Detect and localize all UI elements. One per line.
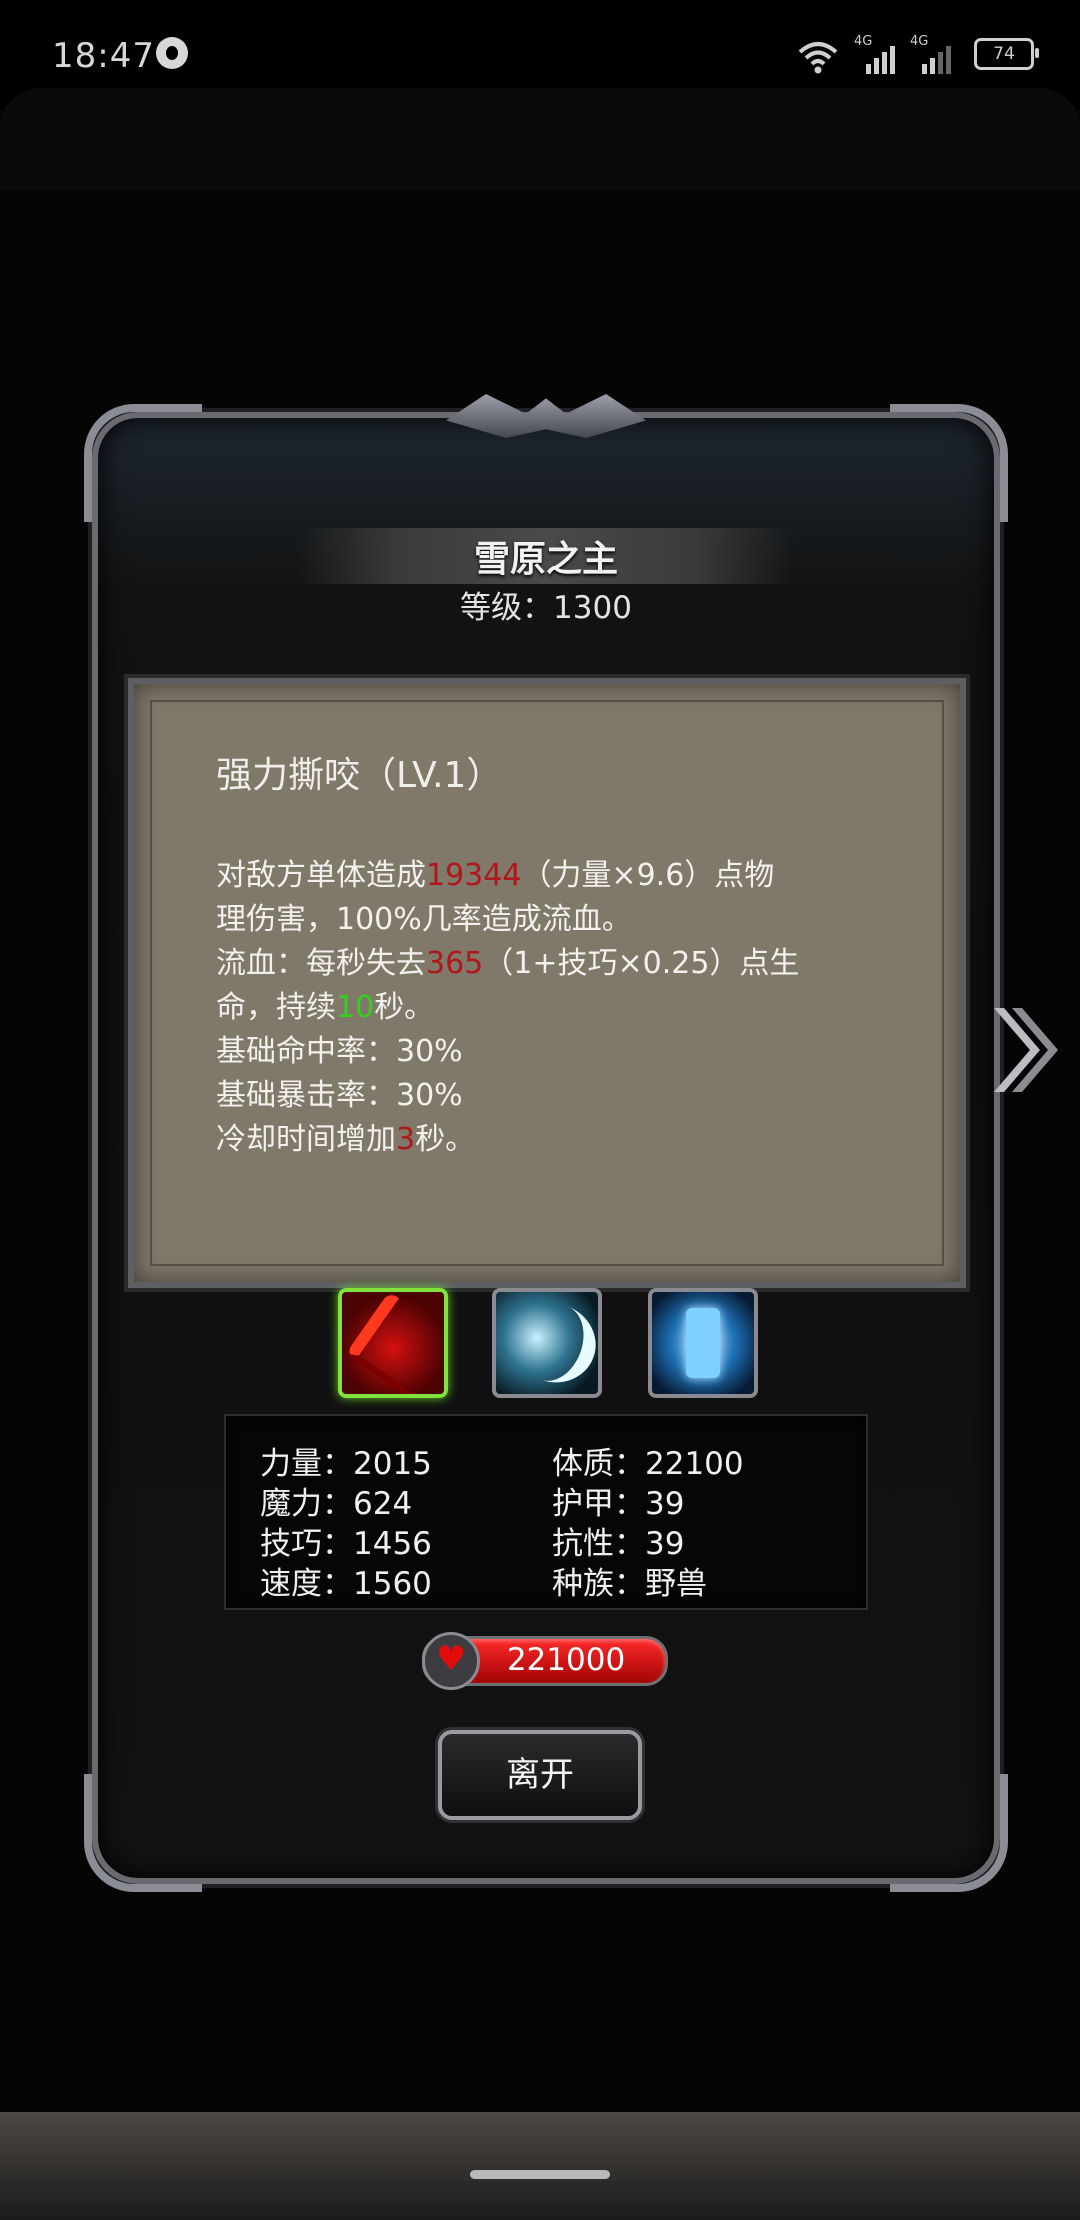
cooldown-value: 3 (396, 1122, 416, 1157)
monster-info-dialog: 雪原之主 等级：1300 强力撕咬（LV.1） 对敌方单体造成19344（力量×… (84, 394, 1008, 1892)
skill-description-panel: 强力撕咬（LV.1） 对敌方单体造成19344（力量×9.6）点物 理伤害，10… (128, 678, 966, 1288)
monster-level: 等级：1300 (460, 590, 632, 626)
frame-corner-ornament (84, 404, 202, 522)
ice-totem-skill-icon[interactable] (648, 1288, 758, 1398)
desc-text: （力量×9.6）点物 (521, 858, 775, 893)
stat-resist: 抗性：39 (552, 1526, 685, 1562)
damage-value: 19344 (426, 858, 522, 893)
stat-speed: 速度：1560 (260, 1566, 432, 1602)
frame-crest-ornament (446, 394, 646, 438)
desc-text: 冷却时间增加 (216, 1122, 396, 1157)
stat-strength: 力量：2015 (260, 1446, 432, 1482)
status-time: 18:47 (52, 36, 155, 76)
bleed-value: 365 (426, 946, 484, 981)
bite-skill-icon[interactable] (338, 1288, 448, 1398)
desc-line: 基础暴击率：30% (216, 1078, 463, 1113)
desc-text: （1+技巧×0.25）点生 (483, 946, 800, 981)
signal-1-icon: 4G (854, 34, 895, 74)
desc-text: 命，持续 (216, 990, 336, 1025)
monster-name: 雪原之主 (473, 539, 618, 580)
signal-2-icon: 4G (910, 34, 951, 74)
desc-line: 命，持续10秒。 (216, 986, 896, 1030)
desc-text: 秒。 (415, 1122, 476, 1157)
desc-text: 秒。 (374, 990, 435, 1025)
top-backdrop (0, 88, 1080, 190)
skill-description: 对敌方单体造成19344（力量×9.6）点物 理伤害，100%几率造成流血。 流… (216, 854, 896, 1162)
desc-line: 流血：每秒失去365（1+技巧×0.25）点生 (216, 942, 896, 986)
status-icons: 4G 4G 74 (798, 34, 1039, 74)
wifi-icon (798, 40, 838, 74)
desc-line: 冷却时间增加3秒。 (216, 1118, 896, 1162)
desc-text: 对敌方单体造成 (216, 858, 426, 893)
hp-value: 221000 (506, 1642, 626, 1678)
skill-name: 强力撕咬（LV.1） (216, 755, 503, 796)
stats-panel: 力量：2015 魔力：624 技巧：1456 速度：1560 体质：22100 … (224, 1414, 868, 1610)
stat-skill: 技巧：1456 (260, 1526, 432, 1562)
desc-line: 基础命中率：30% (216, 1034, 463, 1069)
battery-icon: 74 (974, 38, 1039, 70)
battery-level: 74 (993, 44, 1015, 64)
leave-button[interactable]: 离开 (438, 1730, 642, 1820)
duration-value: 10 (336, 990, 375, 1025)
frame-corner-ornament (84, 1774, 202, 1892)
notification-icon (156, 37, 188, 69)
crescent-slash-skill-icon[interactable] (492, 1288, 602, 1398)
bottom-backdrop (0, 2112, 1080, 2220)
frame-corner-ornament (890, 404, 1008, 522)
heart-icon (422, 1632, 480, 1690)
frame-corner-ornament (890, 1774, 1008, 1892)
stat-constitution: 体质：22100 (552, 1446, 744, 1482)
home-indicator[interactable] (470, 2170, 610, 2179)
next-arrow-icon[interactable] (990, 1000, 1060, 1100)
stat-magic: 魔力：624 (260, 1486, 413, 1522)
desc-line: 理伤害，100%几率造成流血。 (216, 902, 632, 937)
stat-armor: 护甲：39 (552, 1486, 685, 1522)
desc-line: 对敌方单体造成19344（力量×9.6）点物 (216, 854, 896, 898)
desc-text: 流血：每秒失去 (216, 946, 426, 981)
stat-race: 种族：野兽 (552, 1566, 707, 1602)
